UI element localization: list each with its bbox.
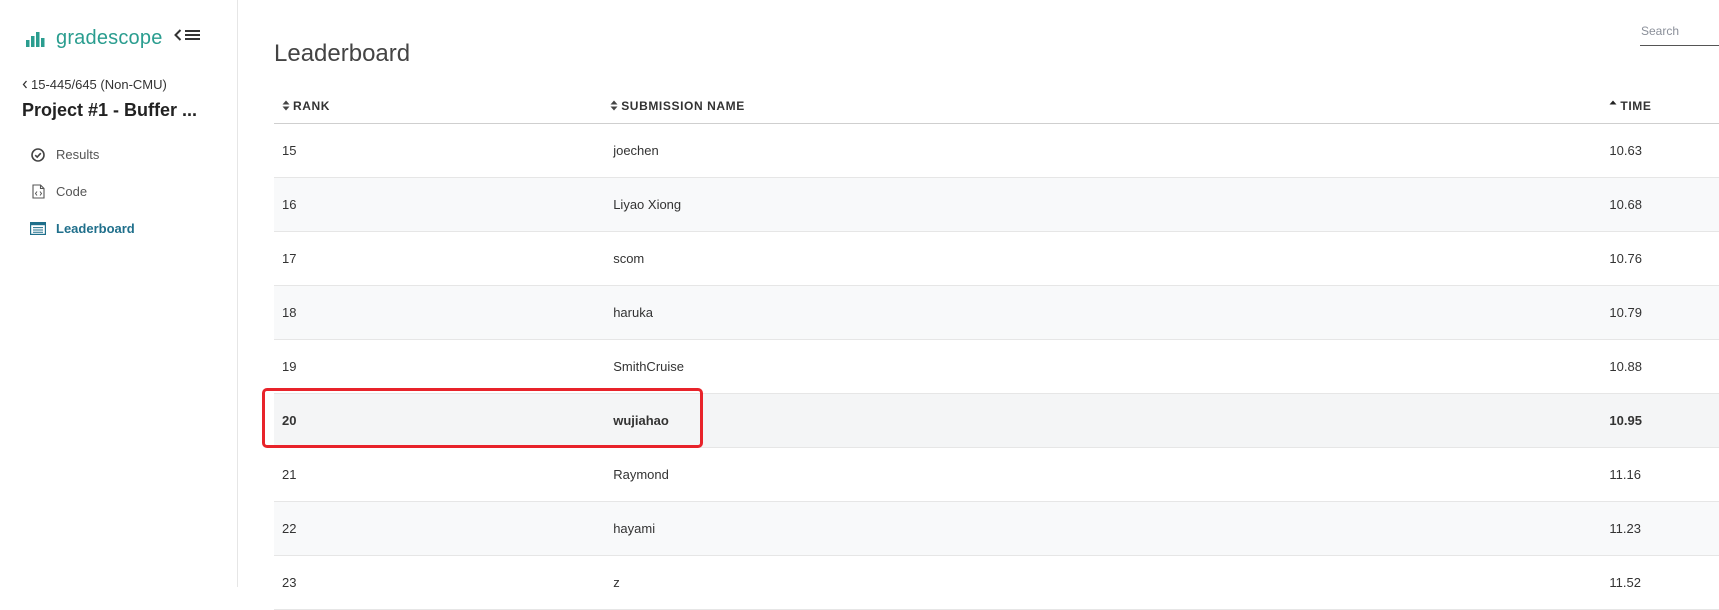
table-row: 21 Raymond 11.16 bbox=[274, 447, 1719, 502]
table-row: 16 Liyao Xiong 10.68 bbox=[274, 177, 1719, 232]
sidebar-item-label: Results bbox=[56, 147, 100, 162]
time-cell: 10.88 bbox=[1609, 339, 1719, 394]
table-row: 17 scom 10.76 bbox=[274, 231, 1719, 286]
sidebar: gradescope 15-445/645 (Non-CMU) Project … bbox=[0, 0, 238, 587]
table-row: 23 z 11.52 bbox=[274, 555, 1719, 610]
sidebar-nav: Results Code Leaderboard bbox=[28, 136, 135, 247]
table-row: 22 hayami 11.23 bbox=[274, 501, 1719, 556]
rank-cell: 22 bbox=[274, 501, 611, 556]
time-cell: 10.76 bbox=[1609, 231, 1719, 286]
submission-name-cell: hayami bbox=[610, 501, 1610, 556]
time-cell: 11.23 bbox=[1609, 501, 1719, 556]
chevron-left-icon bbox=[174, 29, 182, 41]
code-file-icon bbox=[28, 184, 48, 199]
chevron-left-icon bbox=[22, 80, 27, 89]
time-cell: 11.52 bbox=[1609, 555, 1719, 610]
submission-name-cell: haruka bbox=[610, 285, 1610, 340]
column-label: RANK bbox=[293, 98, 331, 113]
time-cell: 10.68 bbox=[1609, 177, 1719, 232]
sidebar-item-label: Code bbox=[56, 184, 88, 199]
sidebar-item-results[interactable]: Results bbox=[28, 136, 135, 173]
sidebar-item-label: Leaderboard bbox=[56, 221, 135, 236]
sort-icon bbox=[610, 100, 618, 111]
time-cell: 11.16 bbox=[1609, 447, 1719, 502]
submission-name-cell: SmithCruise bbox=[610, 339, 1610, 394]
column-header-rank[interactable]: RANK bbox=[274, 90, 611, 124]
rank-cell: 21 bbox=[274, 447, 611, 502]
rank-cell: 18 bbox=[274, 285, 611, 340]
submission-name-cell: Liyao Xiong bbox=[610, 177, 1610, 232]
rank-cell: 20 bbox=[274, 393, 611, 448]
sort-icon bbox=[282, 100, 290, 111]
course-link: 15-445/645 (Non-CMU) bbox=[31, 77, 167, 92]
page-title: Leaderboard bbox=[274, 40, 411, 68]
column-header-submission-name[interactable]: SUBMISSION NAME bbox=[610, 90, 1610, 124]
menu-icon bbox=[185, 30, 200, 40]
submission-name-cell: joechen bbox=[610, 123, 1610, 178]
table-header-row: RANK SUBMISSION NAME TIME bbox=[274, 90, 1719, 124]
gradescope-logo-icon bbox=[26, 31, 45, 47]
rank-cell: 16 bbox=[274, 177, 611, 232]
leaderboard-table-wrapper: RANK SUBMISSION NAME TIME 15 joechen 10.… bbox=[274, 90, 1719, 610]
rank-cell: 17 bbox=[274, 231, 611, 286]
leaderboard-table: RANK SUBMISSION NAME TIME 15 joechen 10.… bbox=[274, 90, 1719, 610]
sidebar-item-code[interactable]: Code bbox=[28, 173, 135, 210]
assignment-title: Project #1 - Buffer ... bbox=[22, 100, 198, 120]
rank-cell: 19 bbox=[274, 339, 611, 394]
collapse-sidebar-button[interactable] bbox=[174, 29, 200, 41]
search-input[interactable] bbox=[1640, 24, 1719, 42]
check-circle-icon bbox=[28, 147, 48, 162]
search-box bbox=[1640, 22, 1719, 46]
column-label: TIME bbox=[1620, 98, 1652, 113]
leaderboard-list-icon bbox=[28, 222, 48, 235]
column-header-time[interactable]: TIME bbox=[1609, 90, 1719, 124]
time-cell: 10.63 bbox=[1609, 123, 1719, 178]
sort-ascending-icon bbox=[1609, 100, 1617, 105]
brand-name: gradescope bbox=[56, 27, 163, 49]
brand-logo[interactable]: gradescope bbox=[26, 27, 163, 50]
table-row-current-user: 20 wujiahao 10.95 bbox=[274, 393, 1719, 448]
submission-name-cell: Raymond bbox=[610, 447, 1610, 502]
sidebar-item-leaderboard[interactable]: Leaderboard bbox=[28, 210, 135, 247]
column-label: SUBMISSION NAME bbox=[621, 98, 745, 113]
time-cell: 10.79 bbox=[1609, 285, 1719, 340]
submission-name-cell: z bbox=[610, 555, 1610, 610]
submission-name-cell: wujiahao bbox=[610, 393, 1610, 448]
course-breadcrumb[interactable]: 15-445/645 (Non-CMU) bbox=[22, 77, 167, 92]
submission-name-cell: scom bbox=[610, 231, 1610, 286]
table-row: 19 SmithCruise 10.88 bbox=[274, 339, 1719, 394]
rank-cell: 23 bbox=[274, 555, 611, 610]
table-row: 18 haruka 10.79 bbox=[274, 285, 1719, 340]
time-cell: 10.95 bbox=[1609, 393, 1719, 448]
rank-cell: 15 bbox=[274, 123, 611, 178]
table-row: 15 joechen 10.63 bbox=[274, 123, 1719, 178]
